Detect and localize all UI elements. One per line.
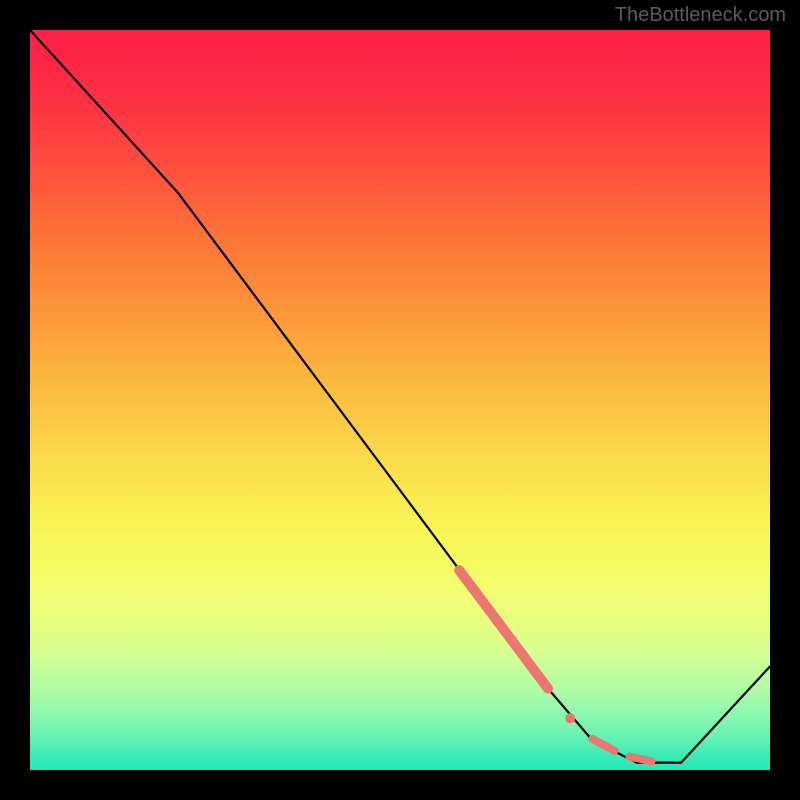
chart-plot-area <box>30 30 770 770</box>
highlight-group <box>459 570 651 761</box>
highlight-dash-1 <box>592 739 614 751</box>
highlight-dot-1 <box>565 713 575 723</box>
bottleneck-curve-line <box>30 30 770 763</box>
highlight-main <box>459 570 548 688</box>
chart-svg <box>30 30 770 770</box>
watermark-text: TheBottleneck.com <box>615 4 786 27</box>
highlight-dash-2 <box>629 757 651 761</box>
